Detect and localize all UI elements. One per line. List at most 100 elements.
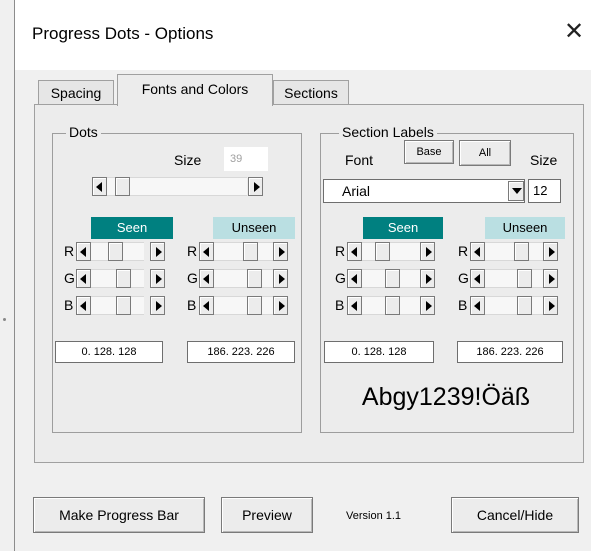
arrow-left-icon — [474, 274, 480, 284]
dots-unseen-r-thumb[interactable] — [243, 242, 258, 261]
dots-unseen-g-track[interactable] — [214, 269, 273, 288]
make-progress-bar-button[interactable]: Make Progress Bar — [33, 497, 205, 533]
dots-unseen-r-right-button[interactable] — [273, 242, 288, 261]
chevron-down-icon — [512, 188, 522, 194]
dots-size-right-button[interactable] — [248, 177, 263, 196]
arrow-left-icon — [351, 247, 357, 257]
arrow-right-icon — [279, 274, 285, 284]
dots-unseen-b-thumb[interactable] — [247, 296, 262, 315]
section-seen-r-right-button[interactable] — [420, 242, 435, 261]
arrow-left-icon — [203, 247, 209, 257]
section-unseen-r-right-button[interactable] — [543, 242, 558, 261]
dots-unseen-g-right-button[interactable] — [273, 269, 288, 288]
dots-unseen-g-left-button[interactable] — [199, 269, 214, 288]
section-size-label: Size — [530, 152, 558, 168]
tab-sections[interactable]: Sections — [273, 80, 349, 105]
arrow-right-icon — [279, 301, 285, 311]
arrow-right-icon — [156, 247, 162, 257]
section-seen-b-left-button[interactable] — [347, 296, 362, 315]
dots-seen-b-thumb[interactable] — [116, 296, 131, 315]
dots-unseen-g-label: G — [187, 270, 198, 286]
window-edge — [14, 0, 15, 551]
dots-seen-b-right-button[interactable] — [150, 296, 165, 315]
section-seen-header: Seen — [363, 217, 443, 239]
section-seen-b-thumb[interactable] — [385, 296, 400, 315]
section-seen-r-label: R — [335, 243, 346, 259]
arrow-right-icon — [426, 301, 432, 311]
tab-fonts-and-colors[interactable]: Fonts and Colors — [117, 74, 273, 106]
font-label: Font — [345, 152, 374, 168]
dots-unseen-g-thumb[interactable] — [247, 269, 262, 288]
dots-size-left-button[interactable] — [92, 177, 107, 196]
section-unseen-b-thumb[interactable] — [517, 296, 532, 315]
arrow-right-icon — [549, 274, 555, 284]
arrow-left-icon — [203, 274, 209, 284]
dots-unseen-b-left-button[interactable] — [199, 296, 214, 315]
dots-seen-g-thumb[interactable] — [116, 269, 131, 288]
section-seen-value: 0. 128. 128 — [324, 341, 434, 363]
section-unseen-b-right-button[interactable] — [543, 296, 558, 315]
arrow-right-icon — [549, 301, 555, 311]
arrow-right-icon — [156, 274, 162, 284]
section-seen-r-track[interactable] — [362, 242, 420, 261]
dots-seen-r-left-button[interactable] — [76, 242, 91, 261]
arrow-right-icon — [254, 182, 260, 192]
all-button[interactable]: All — [459, 140, 511, 166]
dots-unseen-b-track[interactable] — [214, 296, 273, 315]
section-seen-r-thumb[interactable] — [375, 242, 390, 261]
dots-seen-g-label: G — [64, 270, 75, 286]
font-size-input[interactable]: 12 — [528, 179, 561, 203]
section-unseen-b-track[interactable] — [485, 296, 543, 315]
dots-seen-r-thumb[interactable] — [108, 242, 123, 261]
base-button[interactable]: Base — [404, 140, 454, 164]
dots-size-label: Size — [174, 152, 202, 168]
font-select-dropdown-button[interactable] — [508, 181, 524, 201]
dots-size-slider-thumb[interactable] — [115, 177, 130, 196]
section-unseen-r-left-button[interactable] — [470, 242, 485, 261]
dots-seen-b-left-button[interactable] — [76, 296, 91, 315]
section-seen-b-label: B — [335, 297, 345, 313]
section-seen-g-label: G — [335, 270, 346, 286]
section-seen-g-left-button[interactable] — [347, 269, 362, 288]
arrow-left-icon — [80, 247, 86, 257]
preview-button[interactable]: Preview — [221, 497, 313, 533]
arrow-left-icon — [203, 301, 209, 311]
section-seen-b-right-button[interactable] — [420, 296, 435, 315]
section-unseen-g-label: G — [458, 270, 469, 286]
arrow-right-icon — [549, 247, 555, 257]
arrow-right-icon — [426, 247, 432, 257]
arrow-left-icon — [96, 182, 102, 192]
font-select[interactable]: Arial — [323, 179, 525, 203]
arrow-left-icon — [80, 274, 86, 284]
dots-seen-r-right-button[interactable] — [150, 242, 165, 261]
font-sample-text: Abgy1239!Öäß — [361, 383, 531, 411]
dots-seen-header: Seen — [91, 217, 173, 239]
section-unseen-g-track[interactable] — [485, 269, 543, 288]
arrow-right-icon — [426, 274, 432, 284]
close-icon[interactable]: ✕ — [560, 18, 588, 46]
section-unseen-b-left-button[interactable] — [470, 296, 485, 315]
dots-unseen-b-right-button[interactable] — [273, 296, 288, 315]
section-seen-g-thumb[interactable] — [385, 269, 400, 288]
section-unseen-b-label: B — [458, 297, 468, 313]
section-seen-r-left-button[interactable] — [347, 242, 362, 261]
dots-unseen-value: 186. 223. 226 — [187, 341, 295, 363]
section-unseen-r-label: R — [458, 243, 469, 259]
section-seen-g-right-button[interactable] — [420, 269, 435, 288]
dots-seen-r-label: R — [64, 243, 75, 259]
window-title: Progress Dots - Options — [32, 24, 214, 43]
section-unseen-g-thumb[interactable] — [517, 269, 532, 288]
arrow-right-icon — [279, 247, 285, 257]
dots-unseen-r-left-button[interactable] — [199, 242, 214, 261]
tab-spacing[interactable]: Spacing — [38, 80, 114, 105]
section-unseen-g-right-button[interactable] — [543, 269, 558, 288]
dots-seen-g-left-button[interactable] — [76, 269, 91, 288]
dots-unseen-r-label: R — [187, 243, 198, 259]
cancel-hide-button[interactable]: Cancel/Hide — [451, 497, 579, 533]
dots-unseen-header: Unseen — [213, 217, 295, 239]
section-unseen-header: Unseen — [485, 217, 565, 239]
dots-seen-g-right-button[interactable] — [150, 269, 165, 288]
section-unseen-g-left-button[interactable] — [470, 269, 485, 288]
section-unseen-r-thumb[interactable] — [514, 242, 529, 261]
arrow-left-icon — [351, 301, 357, 311]
